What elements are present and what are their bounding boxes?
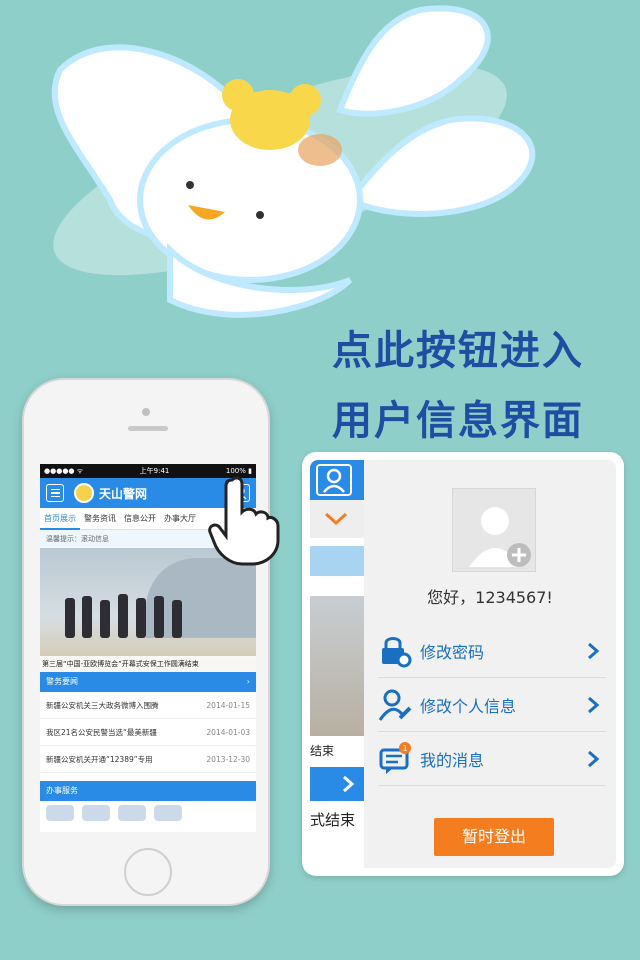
service-section-title: 办事服务: [46, 786, 78, 795]
police-badge-icon: [74, 483, 94, 503]
message-badge: 1: [402, 744, 407, 753]
police-squad-image: [65, 594, 182, 638]
camera-icon: [142, 408, 150, 416]
news-list: 新疆公安机关三大政务微博入围腾 2014-01-15 我区21名公安民警当选“最美…: [40, 692, 256, 773]
avatar-placeholder-icon: [469, 507, 531, 567]
tab-info-public[interactable]: 信息公开: [120, 508, 160, 530]
strip-caption: 结束: [310, 744, 335, 758]
status-carrier: ●●●●● ᯤ: [44, 466, 84, 475]
chevron-right-icon: [588, 642, 600, 660]
speaker-grille: [128, 426, 168, 431]
chevron-right-icon: [588, 750, 600, 768]
avatar[interactable]: [452, 488, 536, 572]
hero-caption: 第三届“中国-亚欧博览会”开幕式安保工作圆满结束: [40, 656, 256, 672]
news-title: 新疆公安机关三大政务微博入围腾: [46, 701, 159, 710]
service-item[interactable]: [154, 805, 182, 821]
user-info-panel: 结束 式结束 您好，1234567! 修改密码 修改个人信息 1 我的消息 暂时…: [302, 452, 624, 876]
chevron-right-icon: [343, 775, 355, 793]
strip-dropdown[interactable]: [310, 500, 364, 538]
underlying-screen-strip: 结束 式结束: [310, 460, 364, 868]
strip-section-bar[interactable]: [310, 767, 364, 801]
strip-bottom-text: 式结束: [310, 811, 356, 829]
phone-mockup: ●●●●● ᯤ 上午9:41 100% ▮ 天山警网 首页展示 警务资讯 信息公…: [22, 378, 270, 906]
promo-line-2: 用户信息界面: [332, 398, 584, 444]
strip-hero-image: [310, 596, 364, 736]
home-button[interactable]: [124, 848, 172, 896]
service-item[interactable]: [82, 805, 110, 821]
promo-line-1: 点此按钮进入: [332, 328, 584, 374]
menu-item-label: 修改个人信息: [420, 696, 517, 716]
strip-notice: [310, 546, 364, 576]
service-item[interactable]: [118, 805, 146, 821]
app-title: 天山警网: [99, 486, 148, 501]
user-info-main: 您好，1234567! 修改密码 修改个人信息 1 我的消息 暂时登出: [364, 460, 616, 868]
tab-service-hall[interactable]: 办事大厅: [160, 508, 200, 530]
tab-police-news[interactable]: 警务资讯: [80, 508, 120, 530]
news-title: 新疆公安机关开通“12389”专用: [46, 755, 153, 764]
service-item[interactable]: [46, 805, 74, 821]
chevron-right-icon: ›: [246, 677, 250, 686]
lock-gear-icon: [382, 636, 412, 667]
menu-item-label: 修改密码: [420, 642, 485, 662]
user-wrench-icon: [378, 689, 412, 721]
user-menu: 修改密码 修改个人信息 1 我的消息: [378, 624, 606, 786]
tab-home[interactable]: 首页展示: [40, 508, 80, 530]
news-date: 2014-01-03: [206, 728, 250, 737]
user-button[interactable]: [316, 464, 352, 496]
user-icon: [323, 468, 345, 493]
service-section-header[interactable]: 办事服务: [40, 781, 256, 801]
list-item[interactable]: 新疆公安机关开通“12389”专用 2013-12-30: [40, 746, 256, 773]
mascot-illustration: [51, 5, 536, 318]
news-date: 2013-12-30: [206, 755, 250, 764]
status-time: 上午9:41: [139, 467, 170, 475]
status-battery: 100% ▮: [225, 467, 252, 475]
menu-item-change-password[interactable]: 修改密码: [378, 624, 606, 678]
list-item[interactable]: 我区21名公安民警当选“最美新疆 2014-01-03: [40, 719, 256, 746]
menu-button[interactable]: [46, 484, 64, 502]
chevron-right-icon: [588, 696, 600, 714]
strip-header: [310, 460, 364, 500]
chevron-down-icon: [324, 512, 348, 526]
menu-item-my-messages[interactable]: 1 我的消息: [378, 732, 606, 786]
service-icons: [40, 801, 256, 825]
chat-bubble-icon: 1: [379, 741, 411, 774]
greeting-text: 您好，1234567!: [427, 588, 553, 607]
news-date: 2014-01-15: [206, 701, 250, 710]
logout-button[interactable]: 暂时登出: [434, 818, 554, 856]
menu-item-label: 我的消息: [420, 750, 485, 770]
menu-item-edit-profile[interactable]: 修改个人信息: [378, 678, 606, 732]
news-section-header[interactable]: 警务要闻 ›: [40, 672, 256, 692]
news-title: 我区21名公安民警当选“最美新疆: [46, 728, 157, 737]
pointing-hand-icon: [208, 476, 280, 566]
news-section-title: 警务要闻: [46, 677, 78, 686]
list-item[interactable]: 新疆公安机关三大政务微博入围腾 2014-01-15: [40, 692, 256, 719]
hero-banner[interactable]: 第三届“中国-亚欧博览会”开幕式安保工作圆满结束: [40, 548, 256, 672]
